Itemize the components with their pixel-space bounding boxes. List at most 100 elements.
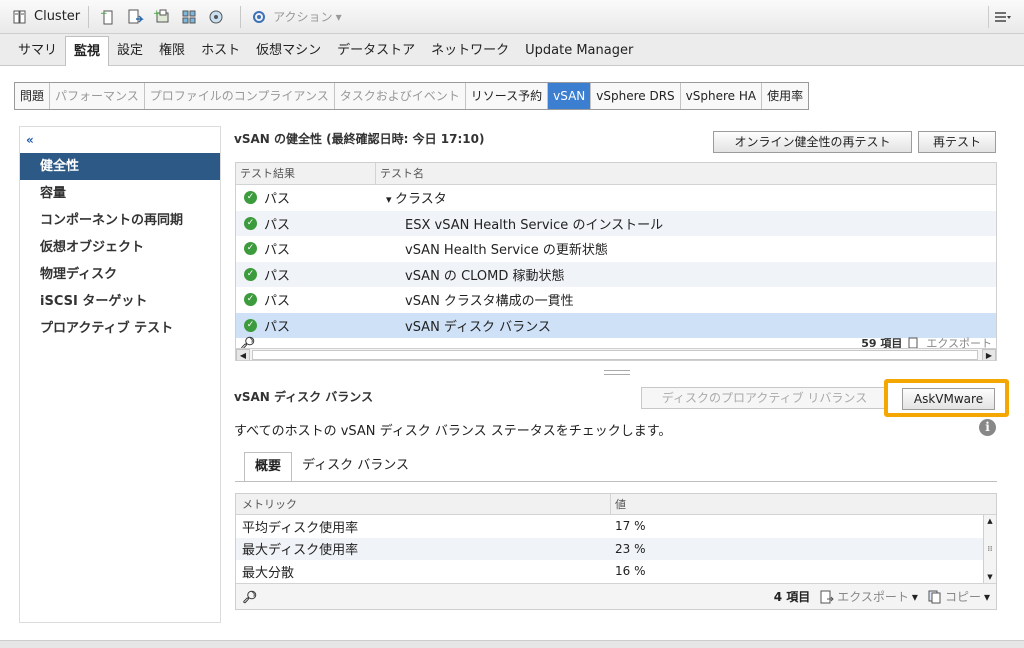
result-text: パス [264,268,291,284]
health-header: vSAN の健全性 (最終確認日時: 今日 17:10) [234,132,485,146]
detail-tab-1[interactable]: ディスク バランス [292,452,419,482]
column-header-name[interactable]: テスト名 [376,163,996,184]
sub-tab-2[interactable]: プロファイルのコンプライアンス [145,83,335,109]
main-tab-6[interactable]: データストア [329,37,423,65]
new-resource-pool-icon[interactable] [178,6,200,28]
move-host-icon[interactable] [124,6,146,28]
main-tab-7[interactable]: ネットワーク [423,37,517,65]
metric-row[interactable]: 平均ディスク使用率 17 % [236,515,996,538]
health-grid-header: テスト結果 テスト名 [236,163,996,185]
sub-tab-3[interactable]: タスクおよびイベント [335,83,466,109]
copy-menu[interactable]: コピー ▾ [928,588,990,605]
sub-tab-5[interactable]: vSAN [548,83,592,109]
main-tab-3[interactable]: 権限 [151,37,193,65]
nav-item-4[interactable]: 物理ディスク [20,261,220,288]
health-row[interactable]: ✓ パス vSAN の CLOMD 稼動状態 [236,261,996,287]
sub-tab-8[interactable]: 使用率 [762,83,808,109]
main-tab-8[interactable]: Update Manager [517,37,641,65]
proactive-rebalance-button[interactable]: ディスクのプロアクティブ リバランス [641,387,888,409]
result-cell: ✓ パス [236,316,376,335]
scroll-right-icon[interactable]: ▶ [982,349,996,360]
export-menu[interactable]: エクスポート ▾ [820,588,918,605]
cluster-icon [10,7,30,27]
sub-tab-6[interactable]: vSphere DRS [591,83,681,109]
binoculars-icon-2[interactable]: 🔎︎ [242,590,257,604]
scroll-left-icon[interactable]: ◀ [236,349,250,360]
retest-online-button[interactable]: オンライン健全性の再テスト [713,131,912,153]
nav-item-2[interactable]: コンポーネントの再同期 [20,207,220,234]
pane-splitter[interactable] [604,370,630,375]
horizontal-scrollbar[interactable]: ◀ ▶ [236,348,996,360]
result-text: パス [264,319,291,335]
detail-title: vSAN ディスク バランス [234,390,374,404]
sub-tab-0[interactable]: 問題 [15,83,51,109]
detail-tab-divider [235,481,997,482]
scroll-down-icon[interactable]: ▼ [984,571,996,583]
expand-triangle-icon[interactable]: ▾ [386,193,395,206]
nav-item-3[interactable]: 仮想オブジェクト [20,234,220,261]
main-tab-0[interactable]: サマリ [10,37,65,65]
detail-description: すべてのホストの vSAN ディスク バランス ステータスをチェックします。 [234,424,672,439]
scroll-grip-icon[interactable]: ⁞⁞ [984,543,996,555]
add-host-icon[interactable]: + [97,6,119,28]
main-tab-2[interactable]: 設定 [109,37,151,65]
test-name-text: クラスタ [395,192,447,208]
nav-item-6[interactable]: プロアクティブ テスト [20,315,220,342]
result-text: パス [264,217,291,233]
sub-tab-7[interactable]: vSphere HA [681,83,763,109]
copy-icon [928,590,941,603]
scroll-up-icon[interactable]: ▲ [984,515,996,527]
health-test-grid: テスト結果 テスト名 ✓ パス ▾ クラスタ ✓ パス ESX vSAN Health S… [235,162,997,361]
result-text: パス [264,243,291,259]
sub-tab-4[interactable]: リソース予約 [466,83,549,109]
scroll-thumb[interactable] [252,350,978,360]
health-row[interactable]: ✓ パス vSAN Health Service の更新状態 [236,236,996,262]
new-vapp-icon[interactable] [205,6,227,28]
result-cell: ✓ パス [236,265,376,284]
nav-item-1[interactable]: 容量 [20,180,220,207]
proactive-rebalance-label: ディスクのプロアクティブ リバランス [661,391,868,405]
check-icon: ✓ [244,216,257,230]
menu-lines-icon[interactable] [988,6,1016,28]
actions-menu[interactable]: アクション ▾ [249,7,342,27]
health-row[interactable]: ✓ パス ▾ クラスタ [236,185,996,211]
metric-name: 平均ディスク使用率 [242,520,359,536]
metric-row[interactable]: 最大分散 16 % [236,560,996,583]
new-vm-icon[interactable]: + [151,6,173,28]
check-icon: ✓ [244,267,257,281]
detail-tab-bar: 概要 ディスク バランス [244,452,419,482]
main-tab-bar: サマリ 監視 設定 権限 ホスト 仮想マシン データストア ネットワーク Update Mana… [0,34,1024,66]
main-tab-4[interactable]: ホスト [193,37,248,65]
test-name-text: vSAN ディスク バランス [405,319,551,335]
info-icon[interactable]: i [979,419,996,436]
check-icon: ✓ [244,293,257,307]
check-icon: ✓ [244,242,257,256]
test-name-text: vSAN Health Service の更新状態 [405,243,608,259]
column-header-result[interactable]: テスト結果 [236,163,376,184]
main-tab-5[interactable]: 仮想マシン [248,37,329,65]
collapse-nav-icon[interactable]: « [26,133,34,147]
vertical-scrollbar[interactable]: ▲ ⁞⁞ ▼ [983,515,996,583]
health-row[interactable]: ✓ パス ESX vSAN Health Service のインストール [236,210,996,236]
column-header-metric[interactable]: メトリック [236,494,611,514]
metric-value: 17 % [615,519,646,534]
sub-tab-bar: 問題 パフォーマンス プロファイルのコンプライアンス タスクおよびイベント リソース予約… [14,82,810,110]
metric-row[interactable]: 最大ディスク使用率 23 % [236,537,996,560]
detail-tab-0[interactable]: 概要 [244,452,293,482]
export-icon-2 [820,590,834,603]
test-name-text: vSAN の CLOMD 稼動状態 [405,268,565,284]
retest-online-label: オンライン健全性の再テスト [734,135,891,149]
retest-button[interactable]: 再テスト [918,131,996,153]
svg-text:+: + [153,9,161,19]
metric-name: 最大分散 [242,565,295,581]
main-tab-1[interactable]: 監視 [65,36,110,66]
health-row[interactable]: ✓ パス vSAN クラスタ構成の一貫性 [236,287,996,313]
metric-value: 23 % [615,541,646,556]
askvmware-button[interactable]: AskVMware [902,388,995,410]
column-header-value[interactable]: 値 [611,494,996,514]
nav-item-0[interactable]: 健全性 [20,153,220,180]
test-name-cell: vSAN クラスタ構成の一貫性 [376,290,996,309]
toolbar-separator [88,5,90,28]
nav-item-5[interactable]: iSCSI ターゲット [20,288,220,315]
sub-tab-1[interactable]: パフォーマンス [50,83,145,109]
